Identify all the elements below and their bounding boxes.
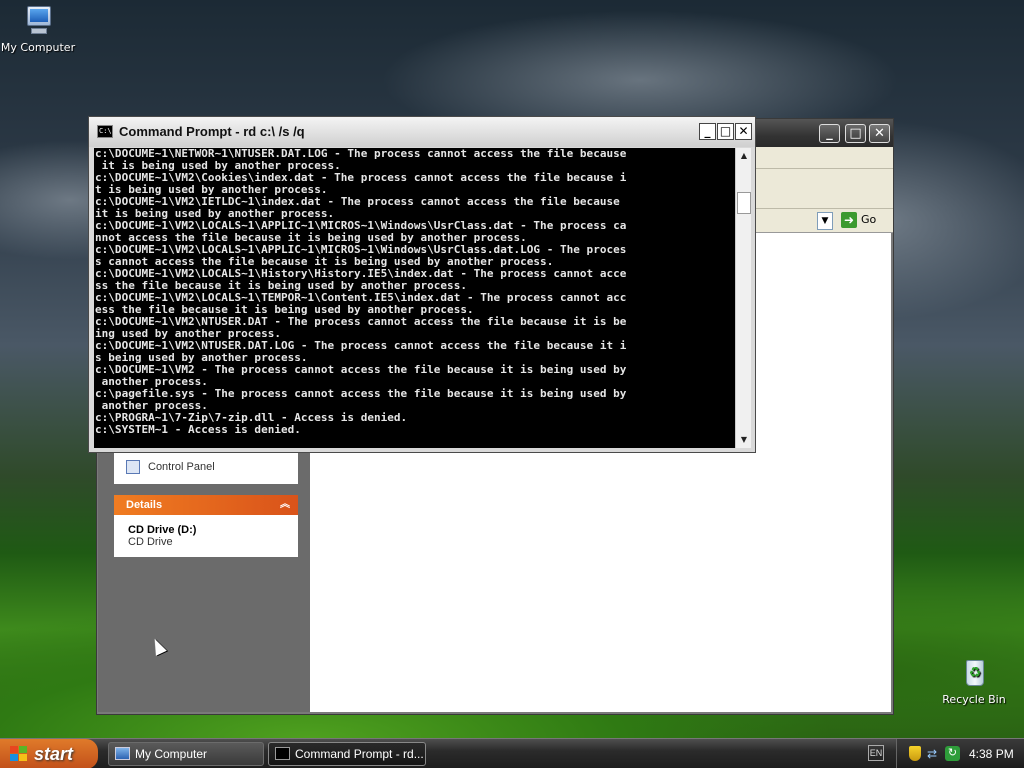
cmd-titlebar[interactable]: C:\ Command Prompt - rd c:\ /s /q _ □ ✕ [89,117,755,147]
close-button[interactable]: ✕ [869,124,890,143]
cmd-minimize-button[interactable]: _ [699,123,716,140]
desktop-icon-label: Recycle Bin [942,693,1006,706]
task-label: Command Prompt - rd... [295,747,424,761]
go-label: Go [861,213,877,226]
update-icon[interactable]: ↻ [945,746,960,761]
task-label: My Computer [135,747,208,761]
cmd-title: Command Prompt - rd c:\ /s /q [119,124,305,139]
vertical-scrollbar[interactable]: ▲ ▼ [735,148,751,448]
address-dropdown-icon[interactable]: ▼ [817,212,833,230]
desktop-icon-label: My Computer [0,41,76,54]
scroll-thumb[interactable] [737,192,751,214]
start-label: start [34,744,74,764]
system-tray: ⇄ ↻ 4:38 PM [896,739,1024,768]
taskbar-item-command-prompt[interactable]: Command Prompt - rd... [268,742,426,766]
desktop-icon-my-computer[interactable]: My Computer [0,4,78,54]
control-panel-icon [126,460,140,475]
cmd-icon [275,747,290,760]
console-line: c:\SYSTEM~1 - Access is denied. [95,423,301,436]
desktop-icon-recycle-bin[interactable]: ♻ Recycle Bin [934,656,1014,706]
details-body: CD Drive (D:) CD Drive [114,515,298,557]
scroll-down-icon[interactable]: ▼ [736,432,752,448]
go-button[interactable]: ➜ Go [841,212,889,230]
cmd-icon: C:\ [97,125,113,138]
language-indicator[interactable]: EN [868,745,884,761]
my-computer-icon [115,747,130,760]
scroll-up-icon[interactable]: ▲ [736,148,752,164]
clock[interactable]: 4:38 PM [969,747,1014,761]
details-panel: Details ︽ CD Drive (D:) CD Drive [114,495,298,557]
taskbar: start My Computer Command Prompt - rd...… [0,738,1024,768]
details-item-subtitle: CD Drive [128,536,173,548]
details-item-title: CD Drive (D:) [128,524,197,536]
start-button[interactable]: start [0,739,98,768]
details-header-label: Details [126,499,163,511]
my-computer-icon [21,4,55,38]
maximize-button[interactable]: □ [845,124,866,143]
control-panel-link[interactable]: Control Panel [126,460,215,475]
command-prompt-window: C:\ Command Prompt - rd c:\ /s /q _ □ ✕ … [88,116,756,453]
control-panel-label: Control Panel [148,461,215,473]
collapse-chevron-icon[interactable]: ︽ [280,495,290,515]
security-shield-icon[interactable] [909,746,921,761]
cmd-maximize-button[interactable]: □ [717,123,734,140]
console-output[interactable]: c:\DOCUME~1\NETWOR~1\NTUSER.DAT.LOG - Th… [94,148,735,448]
network-icon[interactable]: ⇄ [927,747,937,761]
windows-flag-icon [10,746,28,762]
cmd-close-button[interactable]: ✕ [735,123,752,140]
recycle-bin-icon: ♻ [957,656,991,690]
details-header[interactable]: Details ︽ [114,495,298,515]
minimize-button[interactable]: _ [819,124,840,143]
go-arrow-icon: ➜ [841,212,857,228]
taskbar-item-my-computer[interactable]: My Computer [108,742,264,766]
